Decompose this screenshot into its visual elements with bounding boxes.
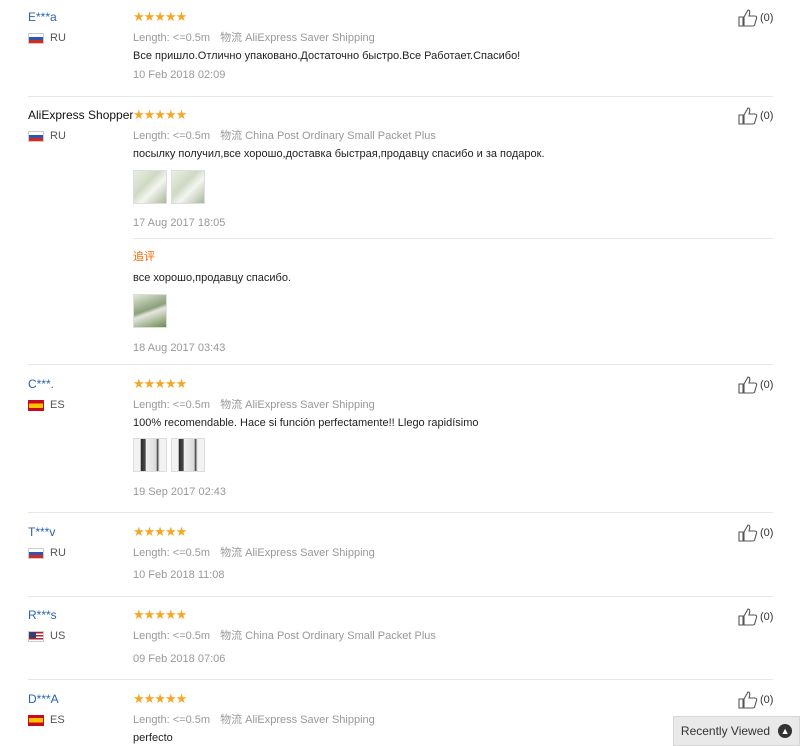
followup-label: 追评: [133, 251, 155, 263]
followup-date: 18 Aug 2017 03:43: [133, 342, 226, 354]
reviewer-country: RU: [28, 547, 66, 559]
reviewer-name[interactable]: T***v: [28, 525, 55, 539]
review-photos: [133, 170, 205, 204]
star-rating: ★★★★★: [133, 524, 187, 539]
thumbs-up-icon: [738, 608, 758, 626]
reviewer-country: US: [28, 630, 65, 642]
product-meta: Length: <=0.5m 物流 AliExpress Saver Shippi…: [133, 547, 375, 559]
reviewer-name[interactable]: R***s: [28, 608, 57, 622]
recently-viewed-button[interactable]: Recently Viewed ▲: [673, 716, 800, 746]
reviewer-name[interactable]: D***A: [28, 692, 59, 706]
review-date: 10 Feb 2018 11:08: [133, 569, 225, 581]
reviewer-name[interactable]: E***a: [28, 10, 57, 24]
reviewer-name[interactable]: AliExpress Shopper: [28, 108, 133, 122]
divider: [28, 96, 773, 97]
star-rating: ★★★★★: [133, 376, 187, 391]
review-photo-thumbnail[interactable]: [133, 438, 167, 472]
helpful-button[interactable]: (0): [738, 376, 773, 394]
review-date: 17 Aug 2017 18:05: [133, 217, 226, 229]
russia-flag-icon: [28, 547, 44, 559]
chevron-up-icon: ▲: [778, 724, 793, 738]
russia-flag-icon: [28, 130, 44, 142]
review-text: 100% recomendable. Hace si función perfe…: [133, 417, 479, 429]
followup-text: все хорошо,продавцу спасибо.: [133, 272, 292, 284]
thumbs-up-icon: [738, 376, 758, 394]
review-date: 10 Feb 2018 02:09: [133, 69, 226, 81]
russia-flag-icon: [28, 32, 44, 44]
review-photo-thumbnail[interactable]: [133, 170, 167, 204]
reviewer-name[interactable]: C***.: [28, 377, 54, 391]
star-rating: ★★★★★: [133, 691, 187, 706]
helpful-button[interactable]: (0): [738, 107, 773, 125]
product-meta: Length: <=0.5m 物流 China Post Ordinary Sma…: [133, 630, 436, 642]
star-rating: ★★★★★: [133, 607, 187, 622]
review-photo-thumbnail[interactable]: [171, 170, 205, 204]
divider: [28, 679, 773, 680]
review-text: посылку получил,все хорошо,доставка быст…: [133, 148, 545, 160]
product-meta: Length: <=0.5m 物流 AliExpress Saver Shippi…: [133, 32, 375, 44]
reviewer-country: ES: [28, 714, 65, 726]
review-photo-thumbnail[interactable]: [133, 294, 167, 328]
divider: [28, 364, 773, 365]
review-photos: [133, 438, 205, 472]
thumbs-up-icon: [738, 107, 758, 125]
divider: [133, 238, 773, 239]
spain-flag-icon: [28, 399, 44, 411]
reviewer-country: RU: [28, 32, 66, 44]
divider: [28, 596, 773, 597]
star-rating: ★★★★★: [133, 9, 187, 24]
recently-viewed-label: Recently Viewed: [680, 724, 771, 738]
usa-flag-icon: [28, 630, 44, 642]
product-meta: Length: <=0.5m 物流 AliExpress Saver Shippi…: [133, 714, 375, 726]
star-rating: ★★★★★: [133, 107, 187, 122]
divider: [28, 512, 773, 513]
product-meta: Length: <=0.5m 物流 AliExpress Saver Shippi…: [133, 399, 375, 411]
helpful-button[interactable]: (0): [738, 691, 773, 709]
product-meta: Length: <=0.5m 物流 China Post Ordinary Sma…: [133, 130, 436, 142]
thumbs-up-icon: [738, 524, 758, 542]
review-text: Все пришло.Отлично упаковано.Достаточно …: [133, 50, 521, 62]
review-date: 09 Feb 2018 07:06: [133, 653, 226, 665]
followup-photos: [133, 294, 167, 328]
reviewer-country: RU: [28, 130, 66, 142]
review-text: perfecto: [133, 732, 173, 744]
thumbs-up-icon: [738, 9, 758, 27]
reviewer-country: ES: [28, 399, 65, 411]
review-date: 19 Sep 2017 02:43: [133, 486, 226, 498]
review-photo-thumbnail[interactable]: [171, 438, 205, 472]
thumbs-up-icon: [738, 691, 758, 709]
helpful-button[interactable]: (0): [738, 608, 773, 626]
spain-flag-icon: [28, 714, 44, 726]
helpful-button[interactable]: (0): [738, 9, 773, 27]
helpful-button[interactable]: (0): [738, 524, 773, 542]
